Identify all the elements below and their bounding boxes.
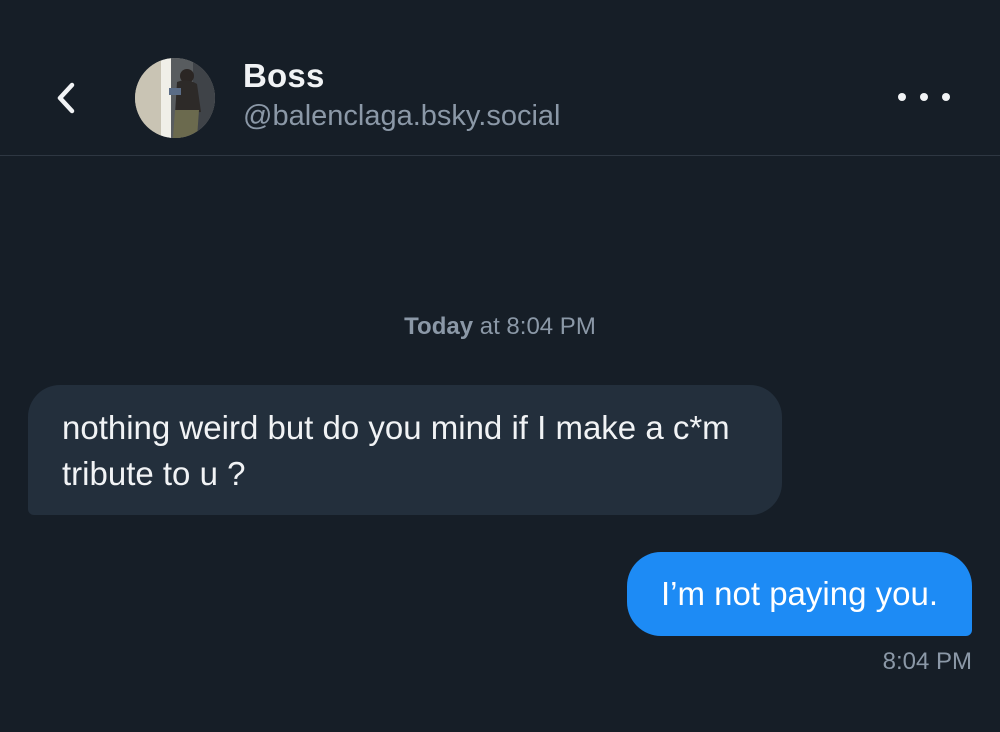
divider-day: Today [404,313,474,340]
contact-handle: @balenclaga.bsky.social [243,100,561,132]
ellipsis-dot [942,93,950,101]
conversation-header: Boss @balenclaga.bsky.social [0,0,1000,156]
incoming-message-bubble[interactable]: nothing weird but do you mind if I make … [28,385,782,515]
more-options-button[interactable] [898,80,950,114]
title-block: Boss @balenclaga.bsky.social [243,56,560,136]
contact-name[interactable]: Boss [243,56,560,96]
date-divider: Today at 8:04 PM [0,310,1000,344]
chevron-left-icon [57,82,75,114]
avatar-image [135,58,215,138]
message-timestamp: 8:04 PM [882,648,972,675]
back-button[interactable] [44,74,88,122]
ellipsis-dot [920,93,928,101]
outgoing-message-bubble[interactable]: I’m not paying you. [627,552,972,636]
avatar[interactable] [135,58,215,138]
ellipsis-horizontal-icon [898,93,906,101]
divider-time: at 8:04 PM [473,313,596,340]
